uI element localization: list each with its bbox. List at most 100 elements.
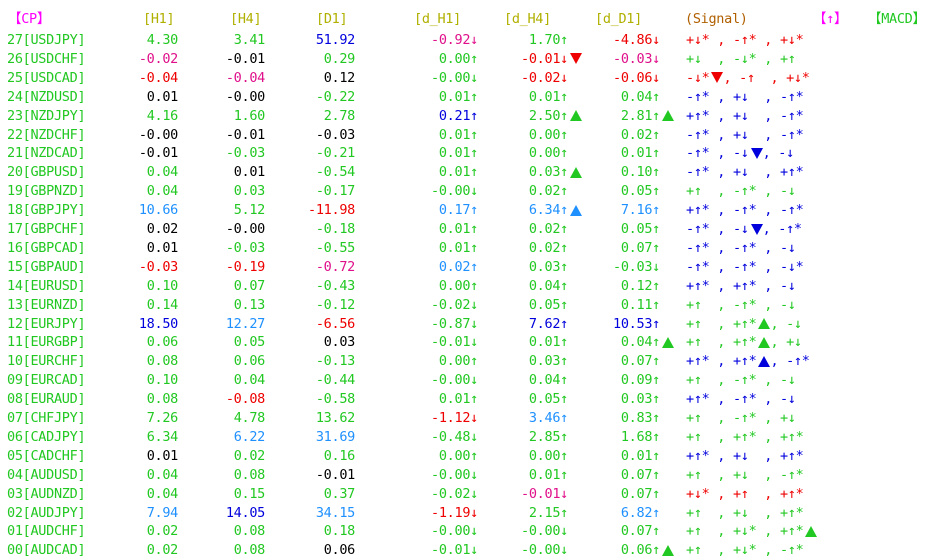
h1-value: 4.16 bbox=[146, 107, 179, 124]
h1-value: 0.10 bbox=[146, 372, 179, 389]
h4-value: -0.03 bbox=[225, 239, 265, 256]
h1-value: -0.02 bbox=[138, 50, 178, 67]
triangle-up-icon bbox=[758, 336, 771, 348]
h4-value: -0.19 bbox=[225, 258, 265, 275]
h1-value: 0.01 bbox=[146, 239, 179, 256]
h4-value: -0.01 bbox=[225, 126, 265, 143]
h4-value: 4.78 bbox=[233, 410, 266, 426]
d-h4-value: 0.03↑ bbox=[528, 353, 568, 370]
h1-value: 18.50 bbox=[138, 315, 178, 332]
d-d1-value: -0.06↓ bbox=[613, 69, 660, 86]
pair-label: 05[CADCHF] bbox=[7, 447, 86, 464]
h4-value: 5.12 bbox=[233, 202, 266, 219]
pair-label: 06[CADJPY] bbox=[7, 428, 86, 445]
signal-value: +↑* , -↑* , -↑* bbox=[686, 202, 804, 219]
table-row: 06[CADJPY] 6.34 6.22 31.69 -0.48↓ 2.85↑ 1.68↑ +… bbox=[0, 429, 934, 446]
signal-value: -↑* , -↑* , -↓* bbox=[686, 258, 804, 275]
signal-value: +↑ , +↓* , -↑* bbox=[686, 542, 804, 559]
pair-label: 26[USDCHF] bbox=[7, 50, 86, 67]
h4-value: -0.03 bbox=[225, 145, 265, 162]
signal-value: +↑ , -↑* , +↓ bbox=[686, 410, 796, 426]
table-row: 04[AUDUSD] 0.04 0.08 -0.01 -0.00↓ 0.01↑ 0.07↑ +… bbox=[0, 467, 934, 484]
triangle-up-icon bbox=[805, 525, 818, 537]
d-h4-value: 0.02↑ bbox=[528, 239, 568, 256]
d1-value: 0.12 bbox=[323, 69, 356, 86]
signal-value: -↓*, -↑ , +↓* bbox=[686, 69, 810, 86]
h1-value: 4.30 bbox=[146, 32, 179, 48]
signal-value: -↑* , -↑* , -↓ bbox=[686, 239, 796, 256]
pair-label: 15[GBPAUD] bbox=[7, 258, 86, 275]
d-h1-value: 0.01↑ bbox=[438, 221, 478, 237]
d-d1-value: 0.07↑ bbox=[620, 466, 660, 483]
d-h1-value: -0.00↓ bbox=[431, 523, 478, 540]
pair-label: 16[GBPCAD] bbox=[7, 239, 86, 256]
d-h4-value: 2.85↑ bbox=[528, 428, 568, 445]
d-d1-value: 0.03↑ bbox=[620, 391, 660, 408]
h1-value: 0.08 bbox=[146, 391, 179, 408]
d-h4-value: 0.01↑ bbox=[528, 334, 568, 351]
d-h4-value: 0.04↑ bbox=[528, 372, 568, 389]
signal-value: +↑* , +↓ , +↑* bbox=[686, 447, 804, 464]
currency-strength-board: 【CP】 [H1] [H4] [D1] [d_H1] [d_H4] [d_D1]… bbox=[0, 0, 934, 558]
h1-value: 0.06 bbox=[146, 334, 179, 351]
pair-label: 24[NZDUSD] bbox=[7, 88, 86, 105]
signal-value: +↑* , +↓ , -↑* bbox=[686, 107, 804, 124]
signal-value: +↑ , +↓ , -↑* bbox=[686, 466, 804, 483]
d-d1-value: -4.86↓ bbox=[613, 32, 660, 48]
pair-label: 18[GBPJPY] bbox=[7, 202, 86, 219]
d-d1-value: 6.82↑ bbox=[620, 504, 660, 521]
table-row: 12[EURJPY] 18.50 12.27 -6.56 -0.87↓ 7.62↑ 10.5… bbox=[0, 316, 934, 333]
d-h4-value: 6.34↑ bbox=[486, 202, 582, 219]
h4-value: 0.02 bbox=[233, 447, 266, 464]
pair-label: 00[AUDCAD] bbox=[7, 542, 86, 559]
d-h4-value: -0.02↓ bbox=[521, 69, 568, 86]
signal-value: +↑* , +↑* , -↓ bbox=[686, 277, 796, 294]
h4-value: -0.01 bbox=[225, 50, 265, 67]
h1-value: 0.02 bbox=[146, 221, 179, 237]
signal-value: -↑* , -↓, -↓ bbox=[686, 145, 794, 162]
d-h1-value: 0.00↑ bbox=[438, 50, 478, 67]
d-h1-value: -0.02↓ bbox=[431, 485, 478, 502]
h4-value: -0.00 bbox=[225, 221, 265, 237]
d1-value: 0.37 bbox=[323, 485, 356, 502]
d1-value: -0.17 bbox=[315, 183, 355, 200]
h1-value: 0.04 bbox=[146, 183, 179, 200]
d-h4-value: 7.62↑ bbox=[528, 315, 568, 332]
header-h4: [H4] bbox=[230, 11, 262, 27]
table-row: 01[AUDCHF] 0.02 0.08 0.18 -0.00↓ -0.00↓ 0.07↑ +… bbox=[0, 523, 934, 540]
d-d1-value: 0.07↑ bbox=[620, 523, 660, 540]
d1-value: -0.01 bbox=[315, 466, 355, 483]
d1-value: 31.69 bbox=[315, 428, 355, 445]
h4-value: -0.08 bbox=[225, 391, 265, 408]
d1-value: -0.55 bbox=[315, 239, 355, 256]
h1-value: 0.04 bbox=[146, 164, 179, 181]
signal-value: +↑ , +↑*, -↓ bbox=[686, 315, 802, 332]
d-h4-value: 0.04↑ bbox=[528, 277, 568, 294]
table-row: 09[EURCAD] 0.10 0.04 -0.44 -0.00↓ 0.04↑ 0.09↑ +… bbox=[0, 372, 934, 389]
h1-value: 0.04 bbox=[146, 466, 179, 483]
signal-value: -↑* , +↓ , -↑* bbox=[686, 88, 804, 105]
d1-value: -11.98 bbox=[308, 202, 355, 219]
table-row: 11[EURGBP] 0.06 0.05 0.03 -0.01↓ 0.01↑ 0.04↑ +↑… bbox=[0, 334, 934, 351]
pair-label: 21[NZDCAD] bbox=[7, 145, 86, 162]
triangle-up-icon bbox=[662, 544, 674, 556]
h4-value: 0.03 bbox=[233, 183, 266, 200]
header-arrow: 【↑】 bbox=[813, 11, 848, 27]
h4-value: -0.04 bbox=[225, 69, 265, 86]
d-h1-value: -0.92↓ bbox=[431, 32, 478, 48]
d-h4-value: 0.00↑ bbox=[528, 126, 568, 143]
d1-value: 0.18 bbox=[323, 523, 356, 540]
pair-label: 13[EURNZD] bbox=[7, 296, 86, 313]
d-h1-value: 0.02↑ bbox=[438, 258, 478, 275]
pair-label: 08[EURAUD] bbox=[7, 391, 86, 408]
h1-value: -0.03 bbox=[138, 258, 178, 275]
table-row: 07[CHFJPY] 7.26 4.78 13.62 -1.12↓ 3.46↑ 0.83↑ +… bbox=[0, 410, 934, 427]
table-row: 25[USDCAD] -0.04 -0.04 0.12 -0.00↓ -0.02↓ -0.0… bbox=[0, 70, 934, 87]
d1-value: -6.56 bbox=[315, 315, 355, 332]
pair-label: 01[AUDCHF] bbox=[7, 523, 86, 540]
triangle-down-icon bbox=[711, 72, 724, 84]
h4-value: 0.07 bbox=[233, 277, 266, 294]
d-d1-value: 0.12↑ bbox=[620, 277, 660, 294]
d1-value: -0.43 bbox=[315, 277, 355, 294]
h1-value: 7.94 bbox=[146, 504, 179, 521]
